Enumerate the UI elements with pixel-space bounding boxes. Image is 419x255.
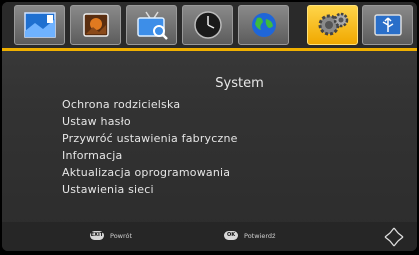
- top-menu-bar: [2, 2, 417, 48]
- tile-globe[interactable]: [238, 5, 289, 45]
- settings-gears-icon: [318, 12, 348, 36]
- system-menu: Ochrona rodzicielska Ustaw hasło Przywró…: [62, 96, 238, 198]
- ok-hint[interactable]: OK Potwierdź: [224, 231, 275, 240]
- clock-icon: [193, 11, 222, 39]
- menu-item-information[interactable]: Informacja: [62, 147, 238, 164]
- tile-picture[interactable]: [14, 5, 65, 45]
- menu-item-factory-reset[interactable]: Przywróć ustawienia fabryczne: [62, 130, 238, 147]
- exit-hint[interactable]: EXIT Powrót: [90, 231, 132, 240]
- tile-clock[interactable]: [182, 5, 233, 45]
- tile-usb[interactable]: [362, 5, 413, 45]
- menu-item-parental-control[interactable]: Ochrona rodzicielska: [62, 96, 238, 113]
- navigation-arrows-icon: [384, 227, 404, 247]
- ok-key-icon: OK: [224, 231, 238, 240]
- menu-item-software-update[interactable]: Aktualizacja oprogramowania: [62, 164, 238, 181]
- photo-icon: [82, 13, 109, 37]
- tile-photo[interactable]: [70, 5, 121, 45]
- accent-line: [2, 48, 417, 51]
- tv-search-icon: [136, 11, 168, 40]
- bottom-hint-bar: EXIT Powrót OK Potwierdź: [2, 222, 417, 251]
- usb-icon: [373, 14, 402, 36]
- exit-label: Powrót: [110, 231, 133, 240]
- tile-settings[interactable]: [307, 5, 358, 45]
- exit-key-icon: EXIT: [90, 231, 104, 240]
- menu-item-network-settings[interactable]: Ustawienia sieci: [62, 181, 238, 198]
- globe-icon: [251, 13, 276, 37]
- page-title: System: [215, 76, 264, 91]
- ok-label: Potwierdź: [244, 231, 276, 240]
- picture-icon: [23, 12, 56, 38]
- tile-tv-search[interactable]: [126, 5, 177, 45]
- menu-item-set-password[interactable]: Ustaw hasło: [62, 113, 238, 130]
- tv-menu-screen: System Ochrona rodzicielska Ustaw hasło …: [2, 2, 417, 251]
